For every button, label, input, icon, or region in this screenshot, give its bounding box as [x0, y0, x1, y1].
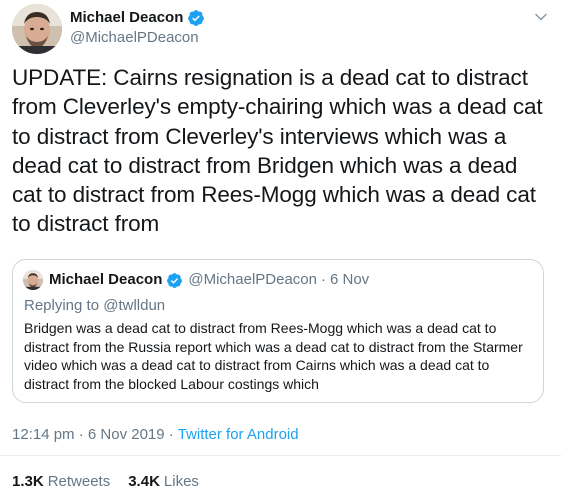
tweet: Michael Deacon @MichaelPDeacon UPDATE: C… [0, 0, 561, 503]
retweets-stat[interactable]: 1.3K Retweets [12, 473, 110, 491]
replying-to: Replying to @twlldun [24, 297, 165, 315]
tweet-stats: 1.3K Retweets 3.4K Likes [12, 473, 217, 491]
replying-to-prefix: Replying to [24, 297, 100, 314]
divider [0, 455, 561, 456]
tweet-date[interactable]: 6 Nov 2019 [88, 426, 165, 443]
quoted-verified-badge-icon [167, 272, 183, 288]
quoted-separator: · [321, 271, 326, 288]
avatar[interactable] [12, 4, 62, 54]
author-name[interactable]: Michael Deacon [70, 9, 183, 27]
retweets-count: 1.3K [12, 473, 44, 490]
quoted-header: Michael Deacon @MichaelPDeacon · 6 Nov [49, 271, 369, 289]
quoted-avatar-photo [23, 270, 43, 290]
avatar-photo [12, 4, 62, 54]
author-name-row[interactable]: Michael Deacon [70, 9, 205, 27]
quoted-tweet-card[interactable]: Michael Deacon @MichaelPDeacon · 6 Nov R… [12, 259, 544, 403]
retweets-label: Retweets [47, 473, 111, 490]
quoted-author-name: Michael Deacon [49, 271, 163, 288]
quoted-tweet-text: Bridgen was a dead cat to distract from … [24, 320, 523, 392]
chevron-down-icon[interactable] [534, 10, 548, 24]
verified-badge-icon [188, 10, 205, 26]
replying-to-handle: @twlldun [103, 297, 166, 314]
likes-count: 3.4K [128, 473, 160, 490]
quoted-avatar [23, 270, 43, 290]
meta-separator: · [168, 426, 174, 443]
quoted-date: 6 Nov [330, 271, 370, 288]
meta-separator: · [78, 426, 84, 443]
tweet-text: UPDATE: Cairns resignation is a dead cat… [12, 65, 543, 237]
tweet-meta: 12:14 pm · 6 Nov 2019 · Twitter for Andr… [12, 426, 299, 444]
likes-stat[interactable]: 3.4K Likes [128, 473, 199, 491]
quoted-author-handle: @MichaelPDeacon [188, 271, 317, 288]
likes-label: Likes [163, 473, 199, 490]
tweet-source-link[interactable]: Twitter for Android [178, 426, 299, 443]
tweet-time[interactable]: 12:14 pm [12, 426, 75, 443]
author-handle[interactable]: @MichaelPDeacon [70, 29, 199, 47]
